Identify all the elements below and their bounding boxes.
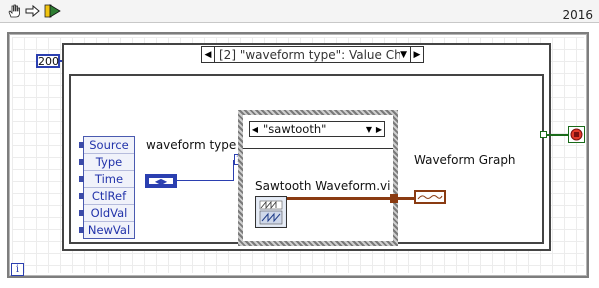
event-data-source[interactable]: Source — [79, 137, 134, 154]
case-output-tunnel — [390, 194, 398, 203]
case-selector[interactable]: ◀ "sawtooth" ▼ ▶ — [249, 121, 385, 137]
loop-count-constant[interactable]: 200 — [36, 54, 60, 68]
next-event-arrow-icon[interactable]: ▶ — [410, 47, 423, 62]
stop-icon — [570, 128, 583, 141]
next-case-arrow-icon[interactable]: ▶ — [374, 125, 384, 134]
loop-condition-tunnel — [540, 131, 547, 138]
event-data-newval[interactable]: NewVal — [79, 222, 134, 238]
boolean-wire — [547, 134, 568, 136]
enum-wire — [177, 180, 234, 181]
version-label: 2016 — [562, 8, 593, 22]
prev-case-arrow-icon[interactable]: ◀ — [250, 125, 260, 134]
waveform-wire-1 — [287, 197, 391, 200]
sawtooth-subvi-icon[interactable] — [255, 196, 287, 228]
event-case-selector[interactable]: ◀ [2] "waveform type": Value Change ▼ ▶ — [201, 46, 424, 63]
waveform-graph-icon — [416, 192, 444, 202]
waveform-graph-terminal[interactable] — [414, 190, 446, 204]
event-case-label: [2] "waveform type": Value Change — [219, 47, 401, 62]
dropdown-icon[interactable]: ▼ — [400, 50, 410, 60]
enum-arrows-icon: ◀▶ — [149, 177, 173, 186]
case-label: "sawtooth" — [263, 122, 327, 136]
graph-label: Waveform Graph — [414, 153, 516, 167]
event-data-time[interactable]: Time — [79, 171, 134, 188]
case-dropdown-icon[interactable]: ▼ — [364, 125, 374, 134]
waveform-wire-2 — [398, 197, 414, 200]
event-data-ctlref[interactable]: CtlRef — [79, 188, 134, 205]
iteration-terminal[interactable]: i — [11, 263, 24, 276]
toolbar: 2016 — [0, 0, 599, 22]
subvi-label: Sawtooth Waveform.vi — [255, 179, 391, 193]
stop-condition-terminal[interactable] — [568, 126, 585, 143]
event-data-type[interactable]: Type — [79, 154, 134, 171]
prev-event-arrow-icon[interactable]: ◀ — [202, 47, 215, 62]
enum-control-terminal[interactable]: ◀▶ — [145, 174, 177, 188]
event-data-node[interactable]: Source Type Time CtlRef OldVal NewVal — [79, 136, 135, 239]
control-label: waveform type — [146, 138, 237, 152]
case-interior-divider — [243, 148, 393, 149]
run-arrow-icon[interactable] — [44, 3, 62, 19]
event-data-oldval[interactable]: OldVal — [79, 205, 134, 222]
hand-tool-icon[interactable] — [6, 3, 22, 19]
arrow-right-icon[interactable] — [25, 3, 41, 19]
block-diagram[interactable]: 200 ◀ [2] "waveform type": Value Change … — [0, 22, 599, 288]
